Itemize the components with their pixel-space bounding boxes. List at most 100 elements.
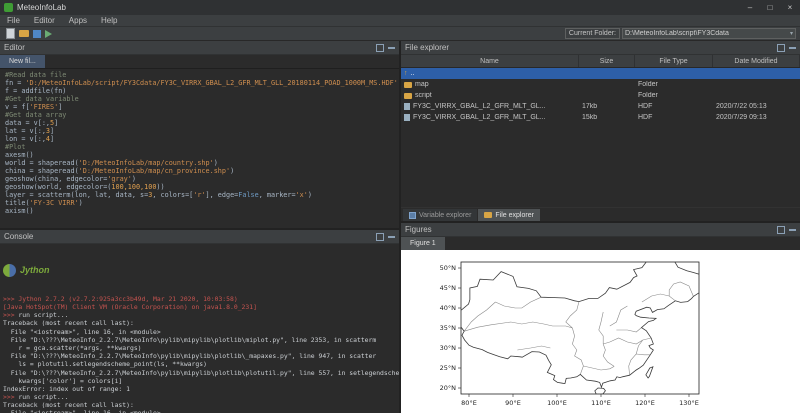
file-row[interactable]: ↑.. bbox=[401, 68, 800, 79]
code-line: #Get data array bbox=[5, 111, 399, 119]
current-folder-label: Current Folder: bbox=[565, 28, 620, 39]
figure-plot: 80°E90°E100°E110°E120°E130°E 50°N45°N40°… bbox=[401, 250, 800, 413]
file-explorer-panel: File explorer NameSizeFile TypeDate Modi… bbox=[401, 41, 800, 221]
code-line: f = addfile(fn) bbox=[5, 87, 399, 95]
float-icon[interactable] bbox=[376, 44, 384, 52]
left-column: Editor New fil... #Read data filefn = 'D… bbox=[0, 41, 399, 413]
maximize-button[interactable]: □ bbox=[760, 0, 780, 15]
file-row[interactable]: mapFolder bbox=[401, 79, 800, 90]
figure-tab-1[interactable]: Figure 1 bbox=[401, 237, 445, 250]
close-button[interactable]: × bbox=[780, 0, 800, 15]
float-icon[interactable] bbox=[777, 44, 785, 52]
tab-file-explorer[interactable]: File explorer bbox=[478, 209, 540, 221]
svg-text:110°E: 110°E bbox=[591, 399, 611, 407]
current-folder-path: D:\MeteoInfoLab\script\FY3Cdata bbox=[625, 30, 729, 37]
file-table-columns: NameSizeFile TypeDate Modified bbox=[401, 55, 800, 68]
console-line: kwargs['color'] = colors[i] bbox=[3, 377, 396, 385]
file-icon bbox=[404, 103, 410, 110]
code-line: geoshow(china, edgecolor='gray') bbox=[5, 175, 399, 183]
figure-canvas[interactable]: 80°E90°E100°E110°E120°E130°E 50°N45°N40°… bbox=[401, 250, 800, 413]
file-type-cell: Folder bbox=[635, 92, 713, 99]
code-line: #Read data file bbox=[5, 71, 399, 79]
minimize-icon[interactable] bbox=[789, 229, 796, 231]
current-folder-group: Current Folder: D:\MeteoInfoLab\script\F… bbox=[565, 28, 796, 39]
menu-apps[interactable]: Apps bbox=[62, 16, 94, 25]
column-header-name[interactable]: Name bbox=[401, 55, 579, 67]
console-line: Traceback (most recent call last): bbox=[3, 319, 396, 327]
float-icon[interactable] bbox=[777, 226, 785, 234]
column-header-size[interactable]: Size bbox=[579, 55, 635, 67]
editor-title: Editor bbox=[4, 43, 25, 52]
svg-text:45°N: 45°N bbox=[440, 284, 457, 292]
file-icon bbox=[404, 114, 410, 121]
svg-text:50°N: 50°N bbox=[440, 264, 457, 272]
run-icon[interactable] bbox=[45, 30, 52, 38]
console-header: Console bbox=[0, 230, 399, 244]
window-title: MeteoInfoLab bbox=[17, 3, 66, 12]
main-area: Editor New fil... #Read data filefn = 'D… bbox=[0, 41, 800, 413]
file-name-cell: FY3C_VIRRX_GBAL_L2_GFR_MLT_GL... bbox=[401, 114, 579, 121]
code-line: geoshow(world, edgecolor=(100,100,100)) bbox=[5, 183, 399, 191]
tab-variable-explorer[interactable]: Variable explorer bbox=[403, 209, 477, 221]
menu-editor[interactable]: Editor bbox=[27, 16, 62, 25]
code-line: v = f['FIRES'] bbox=[5, 103, 399, 111]
file-type-cell: HDF bbox=[635, 114, 713, 121]
save-icon[interactable] bbox=[33, 30, 41, 38]
china-province-borders bbox=[464, 282, 693, 375]
console-line: >>> run script... bbox=[3, 311, 396, 319]
code-line: title('FY-3C VIRR') bbox=[5, 199, 399, 207]
float-icon[interactable] bbox=[376, 233, 384, 241]
menu-help[interactable]: Help bbox=[94, 16, 124, 25]
code-line: lon = v[:,4] bbox=[5, 135, 399, 143]
svg-text:25°N: 25°N bbox=[440, 364, 457, 372]
file-row[interactable]: FY3C_VIRRX_GBAL_L2_GFR_MLT_GL...17kbHDF2… bbox=[401, 101, 800, 112]
app-logo-icon bbox=[4, 3, 13, 12]
minimize-icon[interactable] bbox=[388, 47, 395, 49]
chevron-down-icon[interactable]: ▾ bbox=[790, 30, 793, 37]
console-title: Console bbox=[4, 232, 33, 241]
file-row[interactable]: scriptFolder bbox=[401, 90, 800, 101]
editor-panel: Editor New fil... #Read data filefn = 'D… bbox=[0, 41, 399, 228]
console-line: File "D:\???\MeteoInfo_2.2.7\MeteoInfo\p… bbox=[3, 336, 396, 344]
folder-icon bbox=[404, 82, 412, 88]
console-line: File "D:\???\MeteoInfo_2.2.7\MeteoInfo\p… bbox=[3, 352, 396, 360]
svg-text:35°N: 35°N bbox=[440, 324, 457, 332]
new-file-icon[interactable] bbox=[6, 28, 15, 39]
editor-tab-newfile[interactable]: New fil... bbox=[0, 55, 45, 68]
explorer-tabs: Variable explorerFile explorer bbox=[401, 207, 800, 221]
console-line: File "<iostream>", line 16, in <module> bbox=[3, 328, 396, 336]
svg-text:80°E: 80°E bbox=[461, 399, 477, 407]
variable-explorer-icon bbox=[409, 212, 416, 219]
minimize-button[interactable]: – bbox=[740, 0, 760, 15]
file-date-cell: 2020/7/22 05:13 bbox=[713, 103, 800, 110]
console-line: Traceback (most recent call last): bbox=[3, 401, 396, 409]
column-header-file-type[interactable]: File Type bbox=[635, 55, 713, 67]
console-output[interactable]: Jython >>> Jython 2.7.2 (v2.7.2:925a3cc3… bbox=[0, 244, 399, 413]
figures-panel: Figures Figure 1 bbox=[401, 223, 800, 413]
column-header-date-modified[interactable]: Date Modified bbox=[713, 55, 800, 67]
code-line: fn = 'D:/MeteoInfoLab/script/FY3Cdata/FY… bbox=[5, 79, 399, 87]
folder-icon bbox=[404, 93, 412, 99]
figures-title: Figures bbox=[405, 225, 432, 234]
code-line: data = v[:,5] bbox=[5, 119, 399, 127]
menu-file[interactable]: File bbox=[0, 16, 27, 25]
console-line: >>> Jython 2.7.2 (v2.7.2:925a3cc3b49d, M… bbox=[3, 295, 396, 303]
open-folder-icon[interactable] bbox=[19, 30, 29, 37]
y-axis-ticks: 50°N45°N40°N35°N30°N25°N20°N bbox=[440, 264, 461, 392]
minimize-icon[interactable] bbox=[789, 47, 796, 49]
code-editor[interactable]: #Read data filefn = 'D:/MeteoInfoLab/scr… bbox=[0, 69, 399, 228]
console-line: File "<iostream>", line 16, in <module> bbox=[3, 409, 396, 413]
jython-banner: Jython bbox=[3, 262, 396, 278]
x-axis-ticks: 80°E90°E100°E110°E120°E130°E bbox=[461, 394, 699, 407]
file-type-cell: Folder bbox=[635, 81, 713, 88]
console-lines: >>> Jython 2.7.2 (v2.7.2:925a3cc3b49d, M… bbox=[3, 295, 396, 413]
console-line: r = gca.scatter(*args, **kwargs) bbox=[3, 344, 396, 352]
minimize-icon[interactable] bbox=[388, 236, 395, 238]
code-line: layer = scatterm(lon, lat, data, s=3, co… bbox=[5, 191, 399, 199]
file-size-cell: 17kb bbox=[579, 103, 635, 110]
window-controls: – □ × bbox=[740, 0, 800, 15]
meteoinfolab-window: MeteoInfoLab – □ × FileEditorAppsHelp Cu… bbox=[0, 0, 800, 413]
current-folder-combo[interactable]: D:\MeteoInfoLab\script\FY3Cdata ▾ bbox=[622, 28, 796, 39]
file-row[interactable]: FY3C_VIRRX_GBAL_L2_GFR_MLT_GL...15kbHDF2… bbox=[401, 112, 800, 123]
code-line: lat = v[:,3] bbox=[5, 127, 399, 135]
